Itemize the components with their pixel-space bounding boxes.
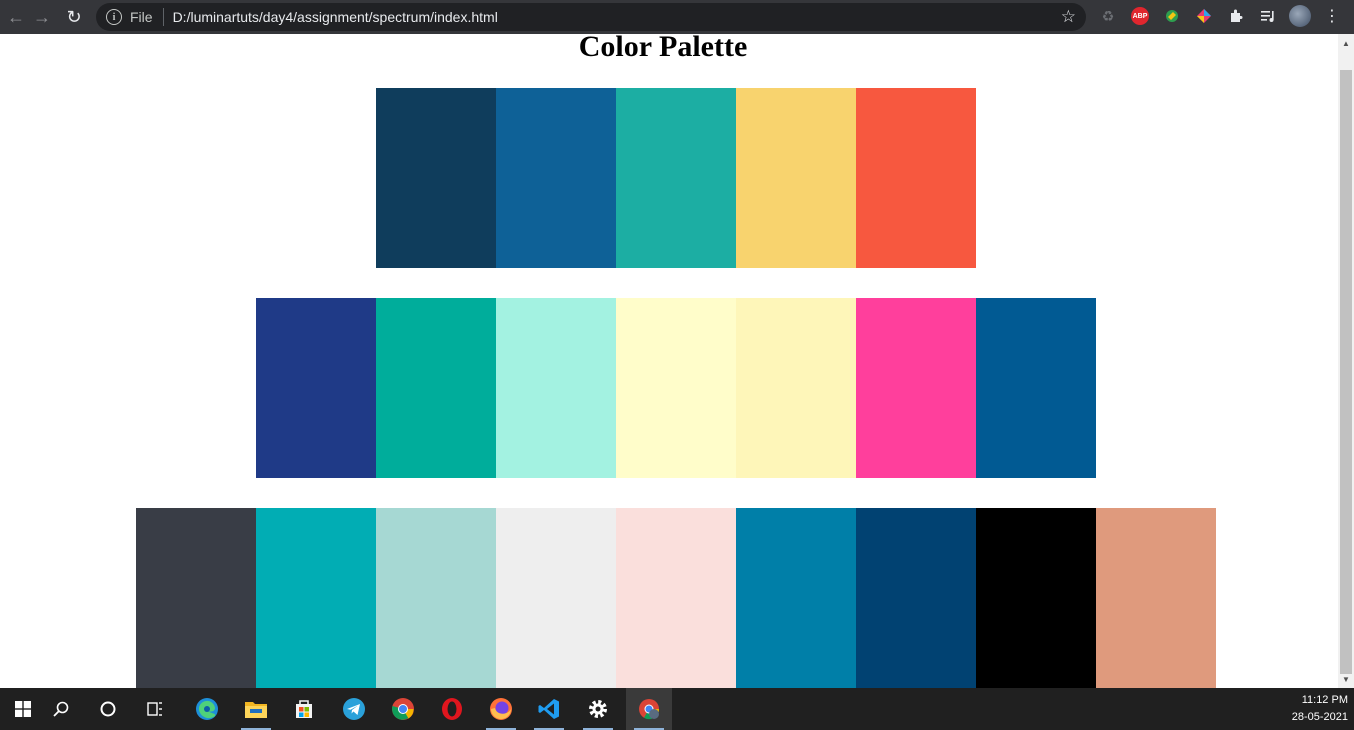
extension-recycle-icon[interactable]: ♻ <box>1097 5 1119 27</box>
opera-icon <box>442 698 462 720</box>
chrome-profile-icon <box>639 699 660 720</box>
scroll-up-icon[interactable]: ▲ <box>1338 36 1354 50</box>
forward-button[interactable]: → <box>26 3 58 31</box>
clock-date: 28-05-2021 <box>1291 711 1348 723</box>
search-icon <box>53 701 69 717</box>
taskbar-telegram[interactable] <box>331 688 377 730</box>
windows-taskbar: 11:12 PM 28-05-2021 <box>0 688 1354 730</box>
url-text[interactable]: D:/luminartuts/day4/assignment/spectrum/… <box>173 9 498 25</box>
color-swatch <box>376 88 496 268</box>
color-swatch <box>616 298 736 478</box>
color-swatch <box>736 298 856 478</box>
task-view-icon <box>147 702 162 716</box>
color-swatch <box>616 508 736 688</box>
taskbar-search-button[interactable] <box>38 688 84 730</box>
color-swatch <box>376 508 496 688</box>
taskbar-opera[interactable] <box>429 688 475 730</box>
taskbar-firefox[interactable] <box>478 688 524 730</box>
extension-colorpick-icon[interactable] <box>1193 5 1215 27</box>
color-swatch <box>496 298 616 478</box>
system-clock[interactable]: 11:12 PM 28-05-2021 <box>1292 692 1348 726</box>
menu-kebab-icon[interactable]: ⋮ <box>1321 5 1343 27</box>
store-icon <box>296 700 312 718</box>
file-explorer-icon <box>245 702 267 718</box>
url-scheme-label: File <box>130 9 153 25</box>
reload-button[interactable]: ↻ <box>58 3 90 31</box>
reload-icon: ↻ <box>66 6 82 27</box>
color-swatch <box>616 88 736 268</box>
adblock-extension-button[interactable]: ABP <box>1129 5 1151 27</box>
palette-row-3 <box>136 508 1216 688</box>
firefox-icon <box>490 698 512 720</box>
taskbar-settings[interactable] <box>575 688 621 730</box>
cortana-icon <box>100 701 116 717</box>
taskbar-chrome-active[interactable] <box>626 688 672 730</box>
telegram-icon <box>343 698 365 720</box>
vertical-scrollbar[interactable]: ▲ ▼ <box>1338 34 1354 688</box>
color-swatch <box>736 88 856 268</box>
taskbar-edge[interactable] <box>184 688 230 730</box>
cortana-button[interactable] <box>85 688 131 730</box>
color-swatch <box>136 508 256 688</box>
avatar-icon <box>1289 5 1311 27</box>
taskbar-store[interactable] <box>281 688 327 730</box>
vscode-icon <box>538 699 559 719</box>
color-swatch <box>256 298 376 478</box>
extensions-puzzle-icon[interactable] <box>1225 5 1247 27</box>
color-swatch <box>856 298 976 478</box>
color-swatch <box>496 508 616 688</box>
start-icon <box>15 701 31 717</box>
color-swatch <box>976 298 1096 478</box>
taskbar-vscode[interactable] <box>526 688 572 730</box>
color-swatch <box>256 508 376 688</box>
taskbar-chrome[interactable] <box>380 688 426 730</box>
color-swatch <box>496 88 616 268</box>
task-view-button[interactable] <box>132 688 178 730</box>
browser-toolbar: ← → ↻ i File D:/luminartuts/day4/assignm… <box>0 0 1354 34</box>
edge-icon <box>196 698 218 720</box>
color-swatch <box>736 508 856 688</box>
extension-leaf-icon[interactable] <box>1161 5 1183 27</box>
page-title: Color Palette <box>578 34 748 63</box>
scroll-down-icon[interactable]: ▼ <box>1338 672 1354 686</box>
color-swatch <box>376 298 496 478</box>
address-bar[interactable]: i File D:/luminartuts/day4/assignment/sp… <box>96 3 1086 31</box>
chrome-icon <box>392 698 414 720</box>
settings-icon <box>589 700 607 718</box>
palette-row-2 <box>256 298 1096 478</box>
palette-row-1 <box>376 88 976 268</box>
color-swatch <box>976 508 1096 688</box>
color-swatch <box>856 508 976 688</box>
address-divider <box>162 8 164 26</box>
taskbar-file-explorer[interactable] <box>233 688 279 730</box>
clock-time: 11:12 PM <box>1301 694 1348 706</box>
media-control-icon[interactable] <box>1257 5 1279 27</box>
profile-avatar[interactable] <box>1289 5 1311 27</box>
color-swatch <box>856 88 976 268</box>
color-swatch <box>1096 508 1216 688</box>
adblock-icon: ABP <box>1131 7 1149 25</box>
bookmark-star-icon[interactable]: ☆ <box>1061 7 1076 27</box>
arrow-right-icon: → <box>33 6 51 27</box>
info-icon[interactable]: i <box>106 9 122 25</box>
scrollbar-thumb[interactable] <box>1340 70 1352 674</box>
arrow-left-icon: ← <box>7 6 25 27</box>
page-viewport: Color Palette <box>0 34 1338 688</box>
